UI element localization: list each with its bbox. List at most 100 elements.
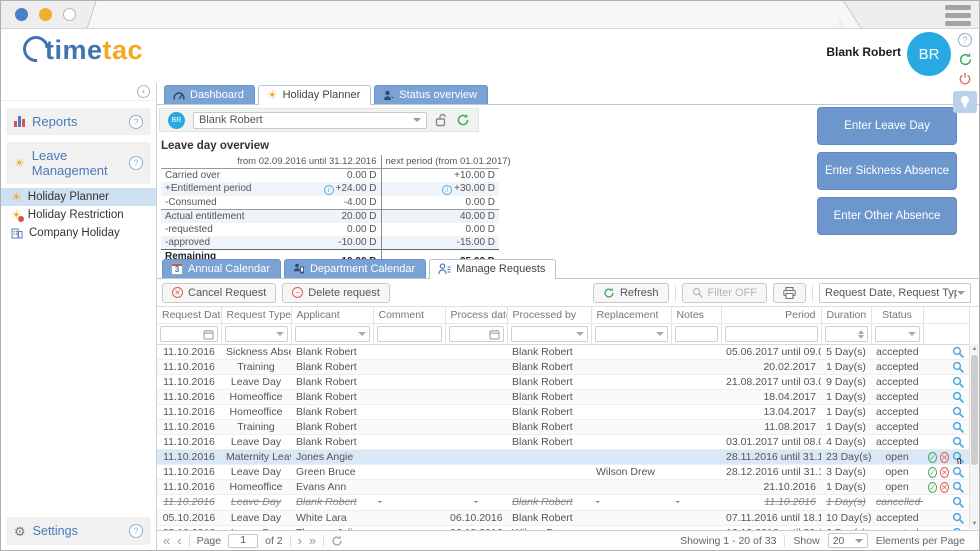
filter-notes[interactable] xyxy=(674,326,718,342)
filter-replacement[interactable] xyxy=(594,326,668,342)
window-dot-blue[interactable] xyxy=(15,8,28,21)
user-select[interactable]: Blank Robert xyxy=(193,111,427,129)
reject-button[interactable]: ✕ xyxy=(940,481,949,493)
column-header-notes[interactable]: Notes xyxy=(671,307,722,324)
refresh-page-icon[interactable] xyxy=(331,535,343,547)
table-row[interactable]: 11.10.2016 Leave Day Blank Robert - - Blank R… xyxy=(157,494,969,511)
sort-order-select[interactable]: Request Date, Request Type xyxy=(819,282,971,303)
table-row[interactable]: 05.10.2016 Leave Day White Lara 06.10.2016 B… xyxy=(157,510,969,526)
refresh-user-icon[interactable] xyxy=(456,113,470,127)
info-icon[interactable]: i xyxy=(442,184,453,195)
refresh-button[interactable]: Refresh xyxy=(592,282,669,303)
column-header-process_date[interactable]: Process date xyxy=(445,307,508,324)
view-details-button[interactable] xyxy=(952,376,964,388)
filter-date[interactable] xyxy=(160,326,218,342)
view-details-button[interactable] xyxy=(952,391,964,403)
table-row[interactable]: 11.10.2016Sickness Abse...Blank RobertBl… xyxy=(157,344,969,360)
section-help-icon[interactable]: ? xyxy=(129,524,143,538)
reject-button[interactable]: ✕ xyxy=(940,466,949,478)
view-details-button[interactable] xyxy=(952,496,964,509)
filter-comment[interactable] xyxy=(376,326,442,342)
table-row[interactable]: 11.10.2016 Homeoffice Blank Robert Blank Ro… xyxy=(157,404,969,420)
section-help-icon[interactable]: ? xyxy=(129,114,143,129)
filter-process_date[interactable] xyxy=(448,326,504,342)
logout-power-icon[interactable] xyxy=(958,72,972,86)
column-header-duration[interactable]: Duration xyxy=(821,307,872,324)
refresh-icon[interactable] xyxy=(958,52,973,67)
sidebar-item-company-holiday[interactable]: Company Holiday xyxy=(1,224,156,242)
column-header-type[interactable]: Request Type xyxy=(221,307,292,324)
view-details-button[interactable] xyxy=(952,346,964,358)
delete-request-button[interactable]: − Delete request xyxy=(282,282,390,303)
column-header-replacement[interactable]: Replacement xyxy=(591,307,672,324)
sidebar-settings[interactable]: ⚙ Settings ? xyxy=(6,517,151,545)
view-details-button[interactable] xyxy=(952,361,964,373)
table-row[interactable]: 11.10.2016 Training Blank Robert Blank Robe… xyxy=(157,359,969,375)
print-button[interactable] xyxy=(773,282,806,303)
help-icon[interactable]: ? xyxy=(958,33,972,47)
column-header-actions[interactable] xyxy=(923,307,970,324)
table-row[interactable]: 11.10.2016 Leave Day Green Bruce Wilson Dre… xyxy=(157,464,969,480)
table-row[interactable]: 11.10.2016 Homeoffice Evans Ann 21.10.2016 1… xyxy=(157,479,969,495)
tab-dashboard[interactable]: Dashboard xyxy=(164,85,255,104)
tab-status-overview[interactable]: Status overview xyxy=(374,85,488,104)
tab-holiday-planner[interactable]: ☀ Holiday Planner xyxy=(257,85,372,105)
prev-page-icon[interactable]: ‹ xyxy=(177,534,181,547)
approve-button[interactable]: ✓ xyxy=(928,451,937,463)
sidebar-item-holiday-restriction[interactable]: ☀ Holiday Restriction xyxy=(1,206,156,224)
menu-icon[interactable] xyxy=(945,5,971,26)
info-icon[interactable]: i xyxy=(323,184,334,195)
column-header-comment[interactable]: Comment xyxy=(373,307,446,324)
idea-lightbulb-icon[interactable] xyxy=(953,91,977,113)
view-details-button[interactable] xyxy=(952,527,964,530)
sidebar-item-holiday-planner[interactable]: ☀ Holiday Planner xyxy=(1,188,156,206)
filter-processed_by[interactable] xyxy=(510,326,588,342)
avatar[interactable]: BR xyxy=(907,32,951,76)
sidebar-section-reports[interactable]: Reports ? xyxy=(6,108,151,135)
table-row[interactable]: 11.10.2016 Training Blank Robert Blank Robe… xyxy=(157,419,969,435)
cancel-request-button[interactable]: ✕ Cancel Request xyxy=(162,282,277,303)
tab-manage-requests[interactable]: Manage Requests xyxy=(429,259,557,279)
sidebar-collapse-icon[interactable]: ‹ xyxy=(137,85,150,98)
column-header-date[interactable]: Request Date↓ xyxy=(157,307,222,324)
sidebar-section-leave-management[interactable]: ☀ Leave Management ? xyxy=(6,142,151,184)
reject-button[interactable]: ✕ xyxy=(940,451,949,463)
filter-duration[interactable] xyxy=(824,326,868,342)
column-header-status[interactable]: Status xyxy=(871,307,924,324)
window-dot-yellow[interactable] xyxy=(39,8,52,21)
enter-other-absence-button[interactable]: Enter Other Absence xyxy=(817,197,957,235)
section-help-icon[interactable]: ? xyxy=(129,156,143,170)
scrollbar-thumb[interactable] xyxy=(971,355,978,465)
view-details-button[interactable] xyxy=(952,481,964,493)
first-page-icon[interactable]: « xyxy=(163,534,170,547)
filter-applicant[interactable] xyxy=(294,326,370,342)
table-row[interactable]: 11.10.2016 Leave Day Blank Robert Blank Rob… xyxy=(157,374,969,390)
tab-department-calendar[interactable]: Department Calendar xyxy=(283,259,427,278)
column-header-period[interactable]: Period xyxy=(721,307,822,324)
filter-status[interactable] xyxy=(874,326,920,342)
approve-button[interactable]: ✓ xyxy=(928,481,937,493)
filter-period[interactable] xyxy=(724,326,818,342)
table-row[interactable]: 05.10.2016Leave DayThomas Julius 06.10.20… xyxy=(157,525,969,530)
scroll-down-icon[interactable]: ▼ xyxy=(970,519,979,529)
table-row[interactable]: 11.10.2016 Homeoffice Blank Robert Blank Ro… xyxy=(157,389,969,405)
vertical-scrollbar[interactable]: ▲ ▼ xyxy=(969,344,979,529)
table-row[interactable]: 11.10.2016Maternity LeaveJones Angie 28.1… xyxy=(157,449,969,465)
page-number-input[interactable] xyxy=(228,533,259,548)
next-page-icon[interactable]: › xyxy=(298,534,302,547)
view-details-button[interactable] xyxy=(952,406,964,418)
filter-type[interactable] xyxy=(224,326,288,342)
view-details-button[interactable] xyxy=(952,512,964,524)
filter-off-button[interactable]: Filter OFF xyxy=(681,282,767,303)
view-details-button[interactable] xyxy=(952,466,964,478)
enter-sickness-absence-button[interactable]: Enter Sickness Absence xyxy=(817,152,957,190)
approve-button[interactable]: ✓ xyxy=(928,466,937,478)
window-dot-white[interactable] xyxy=(63,8,76,21)
page-size-select[interactable]: 20 xyxy=(827,533,868,548)
enter-leave-day-button[interactable]: Enter Leave Day xyxy=(817,107,957,145)
view-details-button[interactable] xyxy=(952,436,964,448)
view-details-button[interactable] xyxy=(952,421,964,433)
column-header-processed_by[interactable]: Processed by xyxy=(507,307,592,324)
column-header-applicant[interactable]: Applicant xyxy=(291,307,374,324)
scroll-up-icon[interactable]: ▲ xyxy=(970,344,979,354)
